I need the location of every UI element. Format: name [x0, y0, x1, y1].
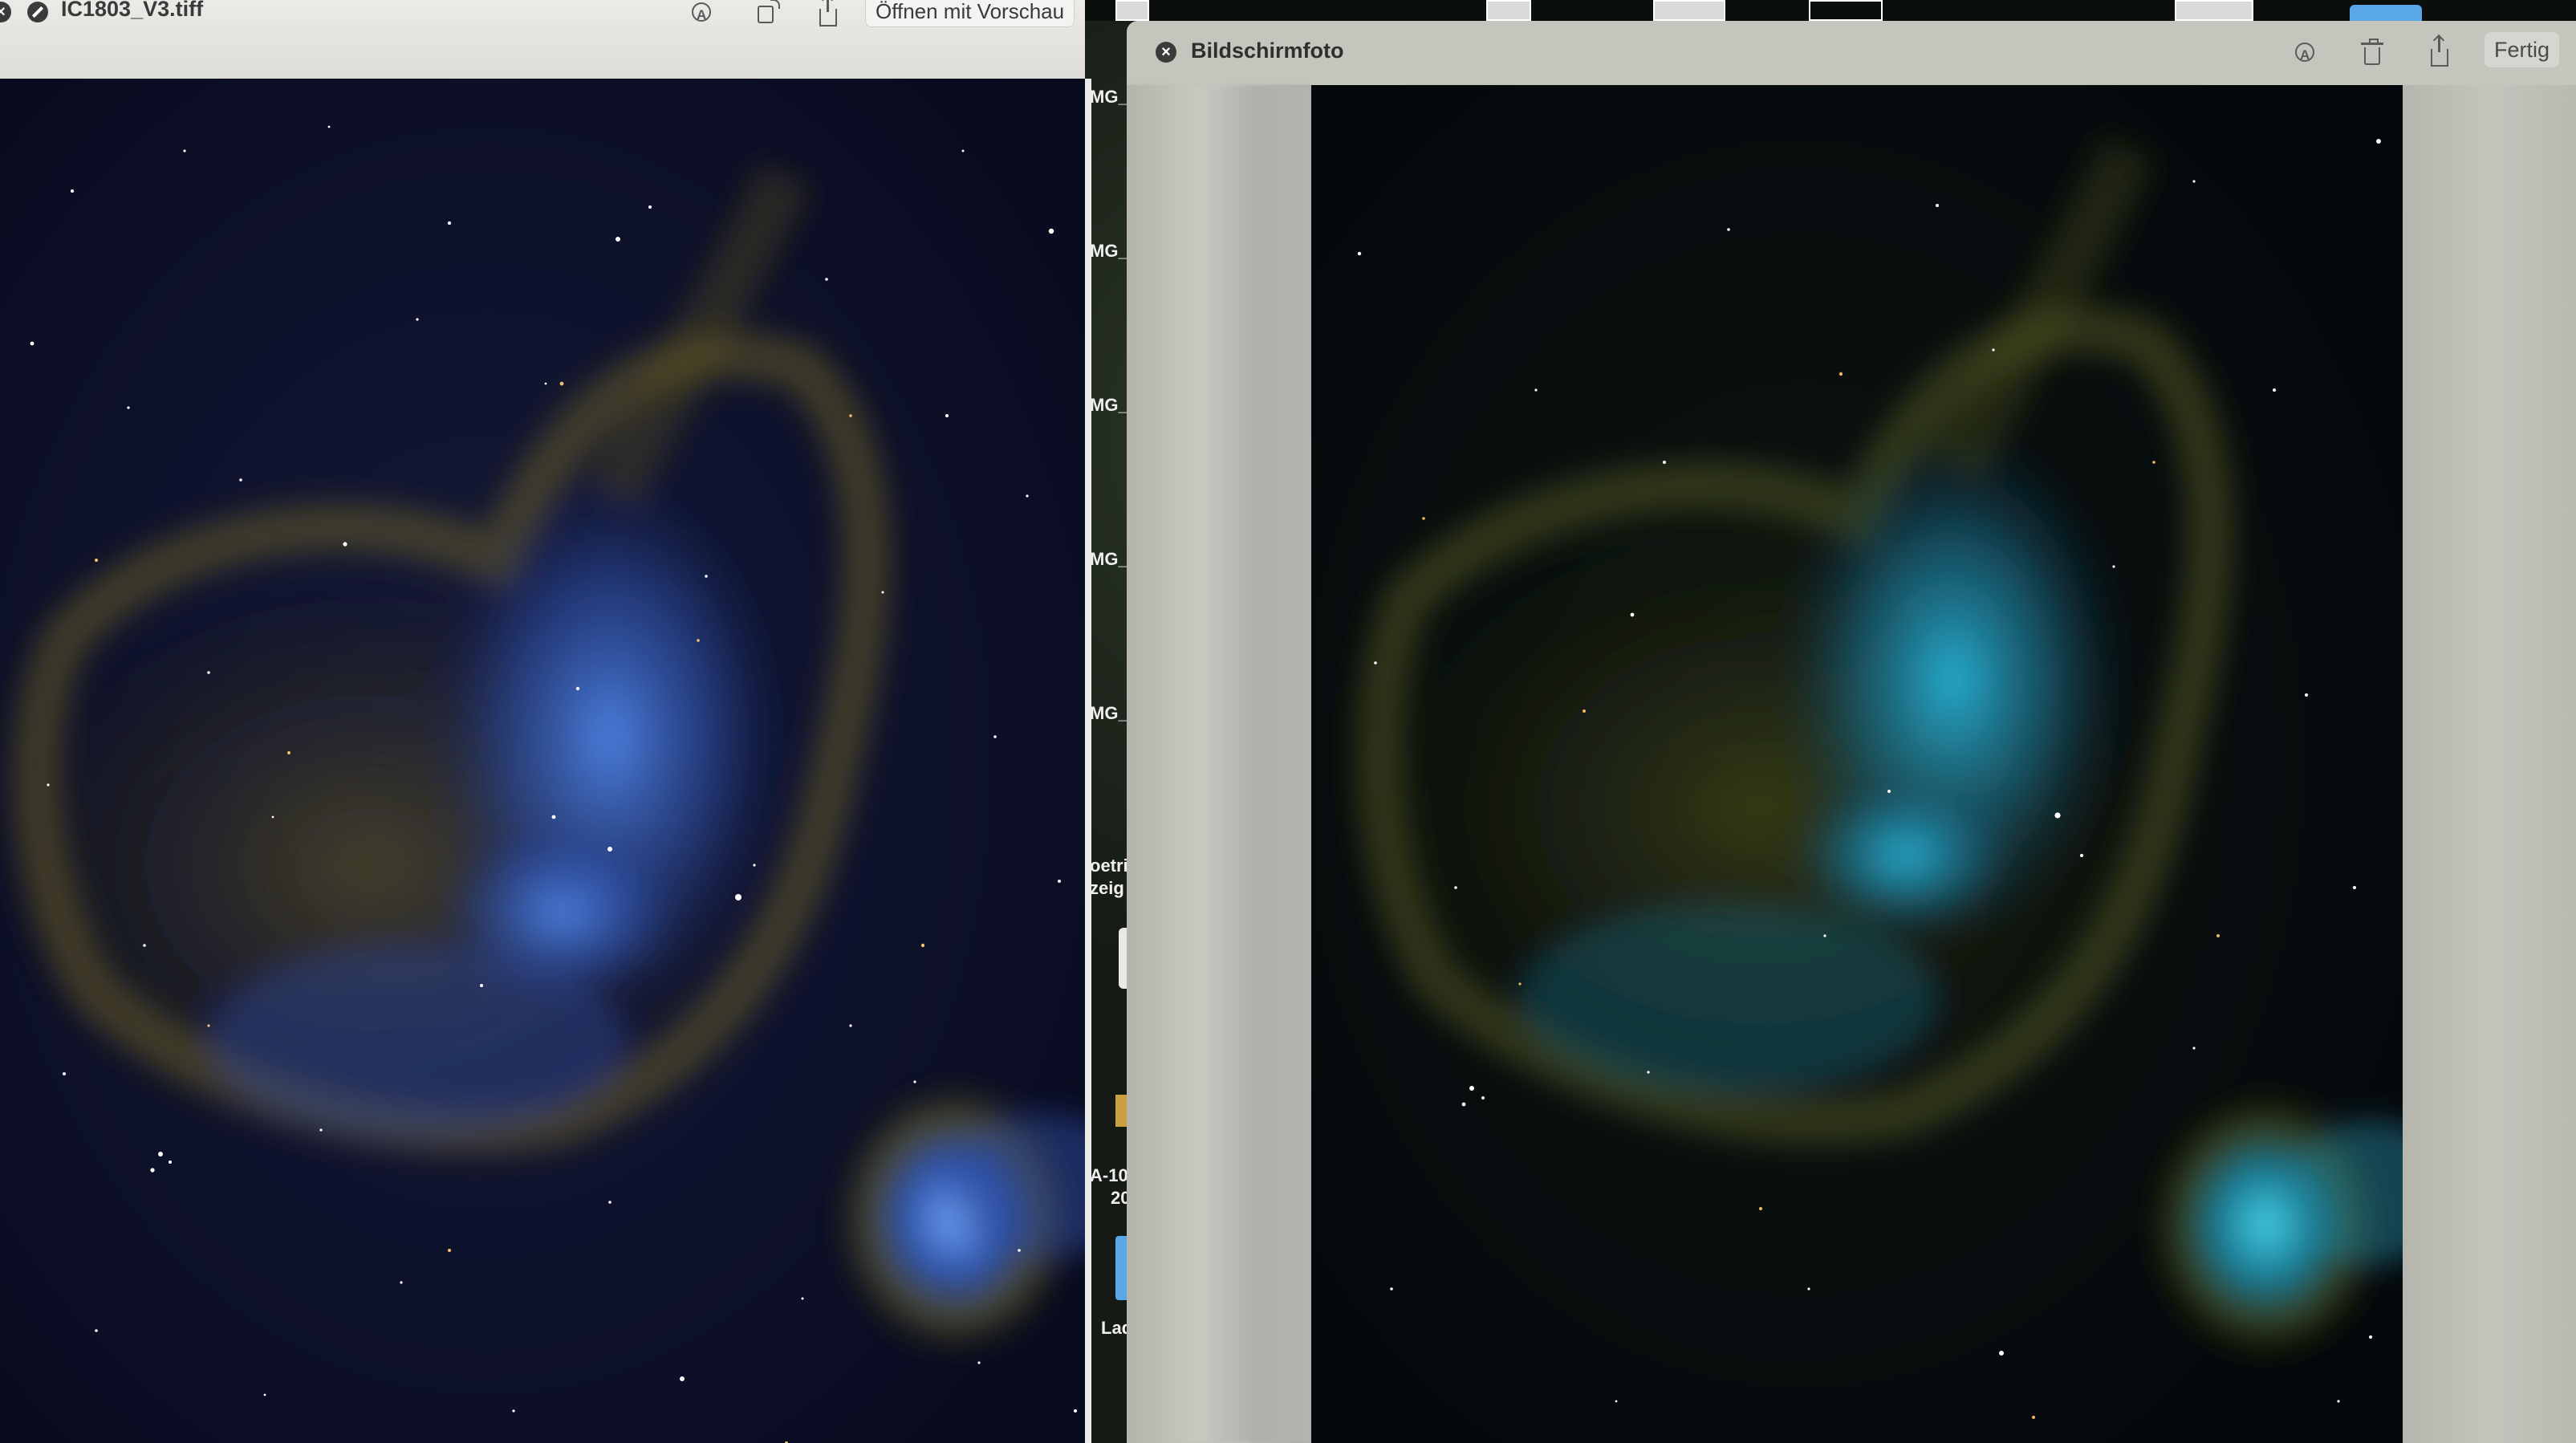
file-label[interactable]: zeig — [1090, 878, 1128, 899]
image-preview — [0, 79, 1085, 1443]
folder-icon[interactable] — [2350, 5, 2422, 22]
file-label[interactable]: MG_ — [1090, 87, 1128, 108]
file-thumbnail[interactable] — [1486, 0, 1531, 21]
finder-item-button[interactable] — [1115, 1236, 1127, 1300]
window-title: Bildschirmfoto — [1191, 39, 1344, 63]
close-icon[interactable]: × — [1156, 42, 1176, 63]
nebula-image — [1311, 85, 2403, 1443]
finder-item-button[interactable] — [1119, 928, 1127, 989]
window-title: IC1803_V3.tiff — [61, 0, 204, 21]
trash-icon[interactable] — [2356, 39, 2388, 67]
quicklook-window-right: × Bildschirmfoto Fertig — [1127, 21, 2576, 1443]
file-label[interactable]: MG_ — [1090, 241, 1128, 262]
annotate-icon[interactable] — [685, 0, 717, 30]
file-label[interactable]: MG_ — [1090, 549, 1128, 570]
file-label[interactable]: MG_ — [1090, 703, 1128, 724]
file-label[interactable]: oetri — [1090, 856, 1128, 876]
open-with-preview-button[interactable]: Öffnen mit Vorschau — [865, 0, 1075, 27]
share-icon[interactable] — [812, 0, 844, 27]
file-label[interactable]: MG_ — [1090, 395, 1128, 416]
file-thumbnail[interactable] — [2175, 0, 2253, 21]
titlebar: × IC1803_V3.tiff Öffnen mit Vorschau — [0, 0, 1085, 80]
quicklook-window-left: × IC1803_V3.tiff Öffnen mit Vorschau — [0, 0, 1085, 1443]
file-label[interactable]: A-10 — [1090, 1165, 1128, 1186]
close-icon[interactable]: × — [0, 2, 11, 22]
share-icon[interactable] — [2424, 36, 2456, 67]
file-thumbnail[interactable] — [1115, 1095, 1127, 1127]
file-thumbnail[interactable] — [1653, 0, 1725, 21]
done-button[interactable]: Fertig — [2485, 32, 2560, 67]
nebula-image — [0, 79, 1085, 1443]
hide-icon[interactable] — [27, 2, 48, 22]
window-edge — [1085, 79, 1091, 1443]
blurred-background — [2403, 85, 2576, 1443]
desktop-top-strip — [1085, 0, 2576, 22]
titlebar: × Bildschirmfoto Fertig — [1127, 21, 2576, 85]
image-preview — [1311, 85, 2403, 1443]
blurred-background — [1127, 85, 1311, 1443]
rotate-icon[interactable] — [750, 0, 782, 27]
file-thumbnail[interactable] — [1115, 0, 1149, 21]
file-thumbnail[interactable] — [1809, 0, 1883, 21]
annotate-icon[interactable] — [2289, 39, 2321, 70]
